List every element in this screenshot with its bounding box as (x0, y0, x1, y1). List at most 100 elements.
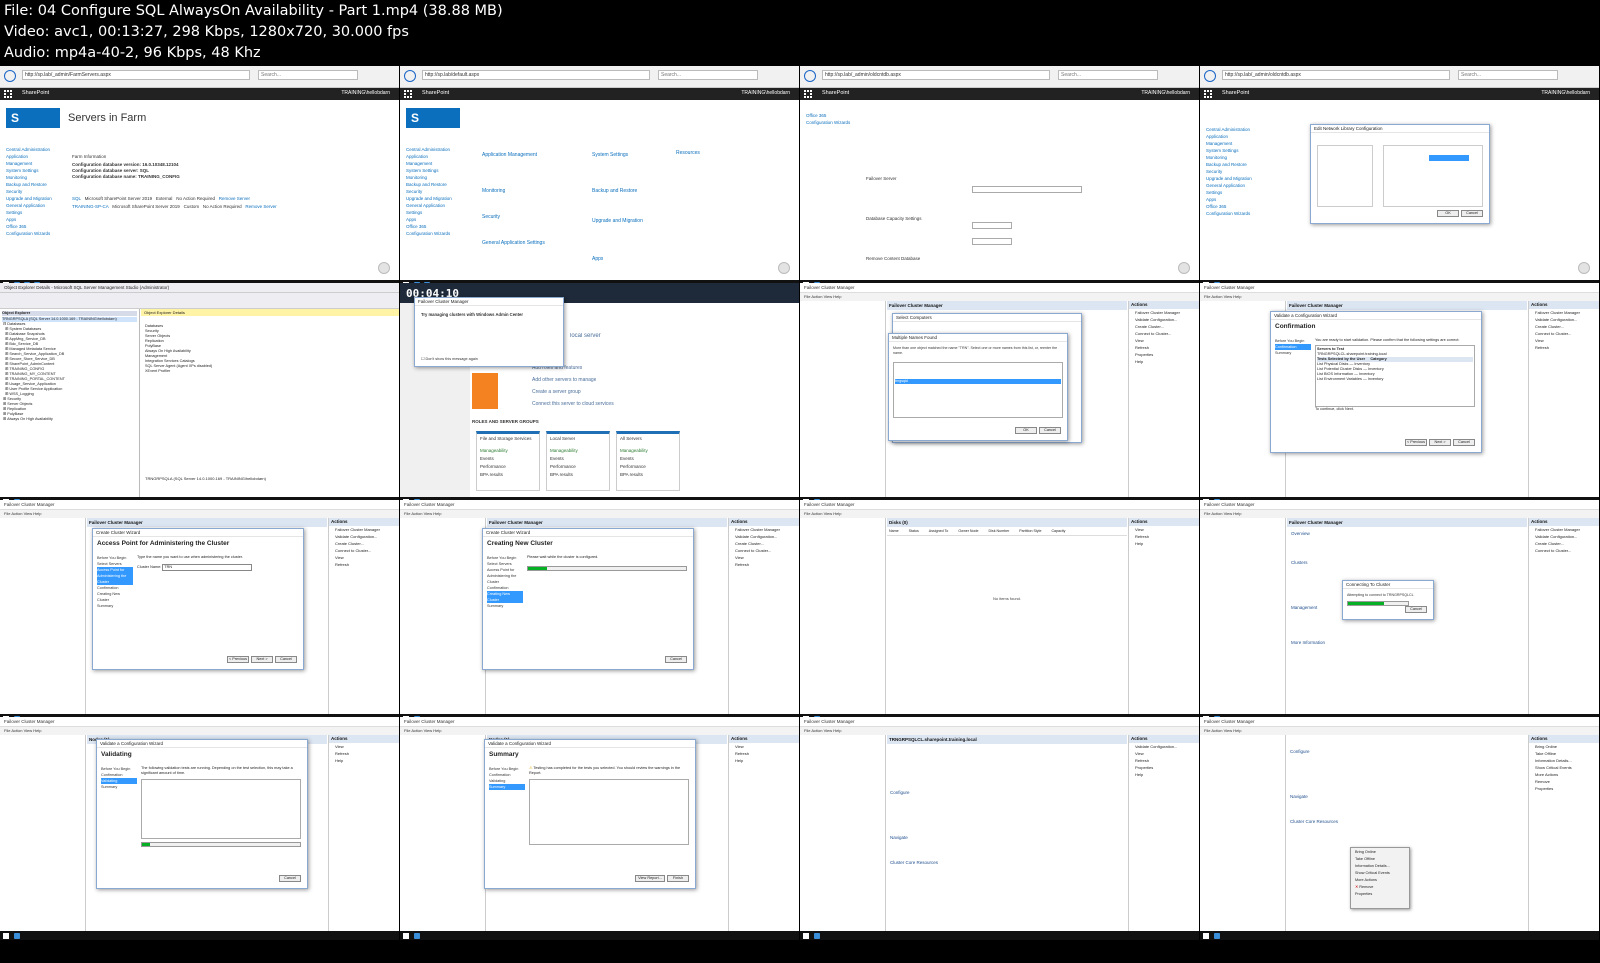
nav-item[interactable]: Office 365 (406, 223, 454, 230)
thumbnail-ssms[interactable]: Object Explorer Details - Microsoft SQL … (0, 283, 400, 507)
suite-bar-user[interactable]: TRAINING\hellobdarn (1541, 90, 1590, 96)
tile-file-storage[interactable]: File and Storage Services Manageability … (476, 431, 540, 491)
section-backup-restore[interactable]: Backup and Restore (592, 188, 637, 194)
nav-item[interactable]: Apps (406, 216, 454, 223)
nav-item[interactable]: Office 365 (806, 112, 854, 119)
tile-local-server[interactable]: Local Server Manageability Events Perfor… (546, 431, 610, 491)
action-item[interactable]: Refresh (329, 561, 399, 568)
server-link[interactable]: SQL (72, 196, 81, 201)
action-item[interactable]: Show Critical Events (1529, 764, 1599, 771)
back-icon[interactable] (404, 70, 416, 82)
action-item[interactable]: Failover Cluster Manager (1529, 526, 1599, 533)
action-item[interactable]: Help (329, 757, 399, 764)
action-item[interactable]: View (1129, 750, 1199, 757)
thumbnail-fcm-multiple-names[interactable]: Failover Cluster Manager File Action Vie… (800, 283, 1200, 507)
section-monitoring[interactable]: Monitoring (482, 188, 505, 194)
nav-item[interactable]: Backup and Restore (1206, 161, 1254, 168)
dont-show-checkbox[interactable]: ☐ Don't show this message again (421, 356, 478, 362)
action-item[interactable]: Connect to Cluster... (1129, 330, 1199, 337)
fcm-menu[interactable]: File Action View Help (0, 727, 399, 735)
action-item[interactable]: Bring Online (1529, 743, 1599, 750)
action-item[interactable]: Validate Configuration... (1529, 316, 1599, 323)
nav-item[interactable]: Application Management (6, 153, 54, 167)
nav-item[interactable]: Security (406, 188, 454, 195)
address-bar[interactable]: http://sp.lab/_admin/FarmServers.aspx (22, 70, 250, 80)
action-item[interactable]: View (1529, 337, 1599, 344)
nav-item[interactable]: Application Management (1206, 133, 1254, 147)
action-item[interactable]: Validate Configuration... (1129, 743, 1199, 750)
action-item[interactable]: Refresh (329, 750, 399, 757)
menu-item[interactable]: Information Details... (1355, 863, 1405, 870)
nav-item[interactable]: Central Administration (1206, 126, 1254, 133)
cancel-button[interactable]: Cancel (665, 656, 687, 663)
cancel-button[interactable]: Cancel (1453, 439, 1475, 446)
nav-item[interactable]: General Application Settings (1206, 182, 1254, 196)
action-item[interactable]: Properties (1129, 764, 1199, 771)
quick-start-tile[interactable] (472, 373, 498, 409)
action-item[interactable]: Connect to Cluster... (1529, 330, 1599, 337)
previous-button[interactable]: < Previous (227, 656, 249, 663)
nav-item[interactable]: Security (6, 188, 54, 195)
section-upgrade-migration[interactable]: Upgrade and Migration (592, 218, 643, 224)
address-bar[interactable]: http://sp.lab/_admin/oldcntdb.aspx (822, 70, 1050, 80)
nav-item[interactable]: Upgrade and Migration (1206, 175, 1254, 182)
action-item[interactable]: Connect to Cluster... (1529, 547, 1599, 554)
next-button[interactable]: Next > (251, 656, 273, 663)
fcm-menu[interactable]: File Action View Help (0, 510, 399, 518)
cancel-button[interactable]: Cancel (1405, 606, 1427, 613)
thumbnail-central-admin[interactable]: http://sp.lab/default.aspx Search... Sha… (400, 66, 800, 290)
tree-node[interactable]: ⊞ Always On High Availability (2, 417, 137, 422)
thumbnail-connecting-cluster[interactable]: Failover Cluster Manager File Action Vie… (1200, 500, 1600, 724)
browser-search[interactable]: Search... (258, 70, 358, 80)
back-icon[interactable] (1204, 70, 1216, 82)
nav-item[interactable]: Monitoring (406, 174, 454, 181)
action-item[interactable]: Properties (1529, 785, 1599, 792)
action-item[interactable]: Failover Cluster Manager (729, 526, 799, 533)
list-item[interactable]: XEvent Profiler (145, 369, 396, 374)
search-icon[interactable] (814, 933, 820, 939)
suite-bar-user[interactable]: TRAINING\hellobdarn (1141, 90, 1190, 96)
action-item[interactable]: Create Cluster... (1529, 540, 1599, 547)
ok-button[interactable]: OK (1437, 210, 1459, 217)
action-item[interactable]: Information Details... (1529, 757, 1599, 764)
server-name-input[interactable] (1429, 155, 1469, 161)
thumbnail-fcm-confirmation[interactable]: Failover Cluster Manager File Action Vie… (1200, 283, 1600, 507)
details-tab[interactable]: Object Explorer Details (141, 309, 399, 316)
thumbnail-cluster-summary[interactable]: Failover Cluster Manager File Action Vie… (800, 717, 1200, 941)
section-general-settings[interactable]: General Application Settings (482, 240, 545, 246)
fcm-menu[interactable]: File Action View Help (400, 727, 799, 735)
ssms-toolbar[interactable] (0, 293, 399, 309)
action-item[interactable]: Refresh (1129, 344, 1199, 351)
tile-all-servers[interactable]: All Servers Manageability Events Perform… (616, 431, 680, 491)
app-launcher-icon[interactable] (4, 90, 12, 98)
action-item[interactable]: Connect to Cluster... (329, 547, 399, 554)
search-icon[interactable] (14, 933, 20, 939)
action-item[interactable]: Failover Cluster Manager (1529, 309, 1599, 316)
max-sites-input[interactable] (972, 238, 1012, 245)
section-security[interactable]: Security (482, 214, 500, 220)
ok-button[interactable]: OK (1015, 427, 1037, 434)
nav-item[interactable]: Security (1206, 168, 1254, 175)
nav-item[interactable]: Configuration Wizards (406, 230, 454, 237)
nav-item[interactable]: Office 365 (1206, 203, 1254, 210)
view-report-button[interactable]: View Report... (635, 875, 665, 882)
nav-item[interactable]: System Settings (6, 167, 54, 174)
fcm-menu[interactable]: File Action View Help (800, 293, 1199, 301)
nav-item[interactable]: Backup and Restore (6, 181, 54, 188)
nav-item[interactable]: General Application Settings (6, 202, 54, 216)
nav-item[interactable]: Apps (6, 216, 54, 223)
action-item[interactable]: Refresh (1529, 344, 1599, 351)
fcm-menu[interactable]: File Action View Help (1200, 727, 1599, 735)
nav-item[interactable]: Configuration Wizards (6, 230, 54, 237)
thumbnail-servers-in-farm[interactable]: http://sp.lab/_admin/FarmServers.aspx Se… (0, 66, 400, 290)
start-icon[interactable] (3, 933, 9, 939)
menu-item[interactable]: ✕ Remove (1355, 884, 1405, 891)
action-item[interactable]: Refresh (1129, 757, 1199, 764)
back-icon[interactable] (804, 70, 816, 82)
action-item[interactable]: View (729, 743, 799, 750)
action-item[interactable]: View (729, 554, 799, 561)
fcm-menu[interactable]: File Action View Help (400, 510, 799, 518)
action-item[interactable]: Remove (1529, 778, 1599, 785)
action-item[interactable]: Create Cluster... (729, 540, 799, 547)
action-item[interactable]: Validate Configuration... (1529, 533, 1599, 540)
